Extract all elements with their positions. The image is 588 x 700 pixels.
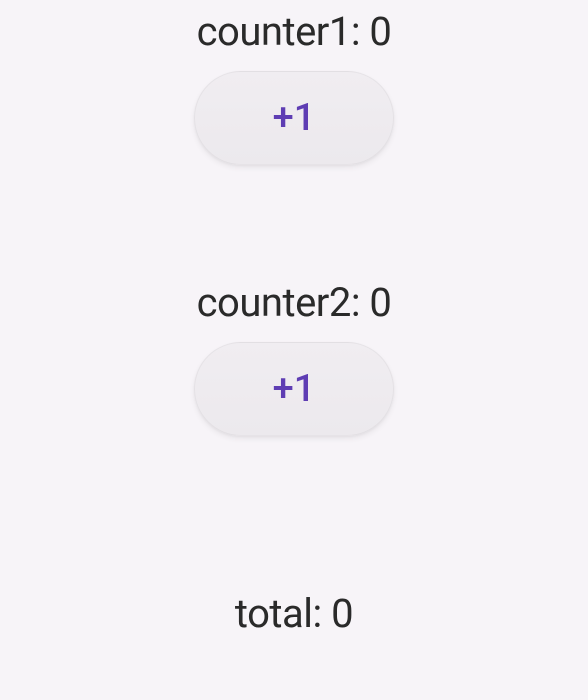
counter1-increment-button[interactable]: +1: [194, 71, 394, 165]
counter2-label: counter2: 0: [197, 279, 392, 326]
counter1-label: counter1: 0: [197, 8, 392, 55]
counter2-section: counter2: 0 +1: [194, 279, 394, 436]
total-label: total: 0: [235, 590, 353, 637]
counter1-section: counter1: 0 +1: [194, 8, 394, 165]
counter2-increment-button[interactable]: +1: [194, 342, 394, 436]
